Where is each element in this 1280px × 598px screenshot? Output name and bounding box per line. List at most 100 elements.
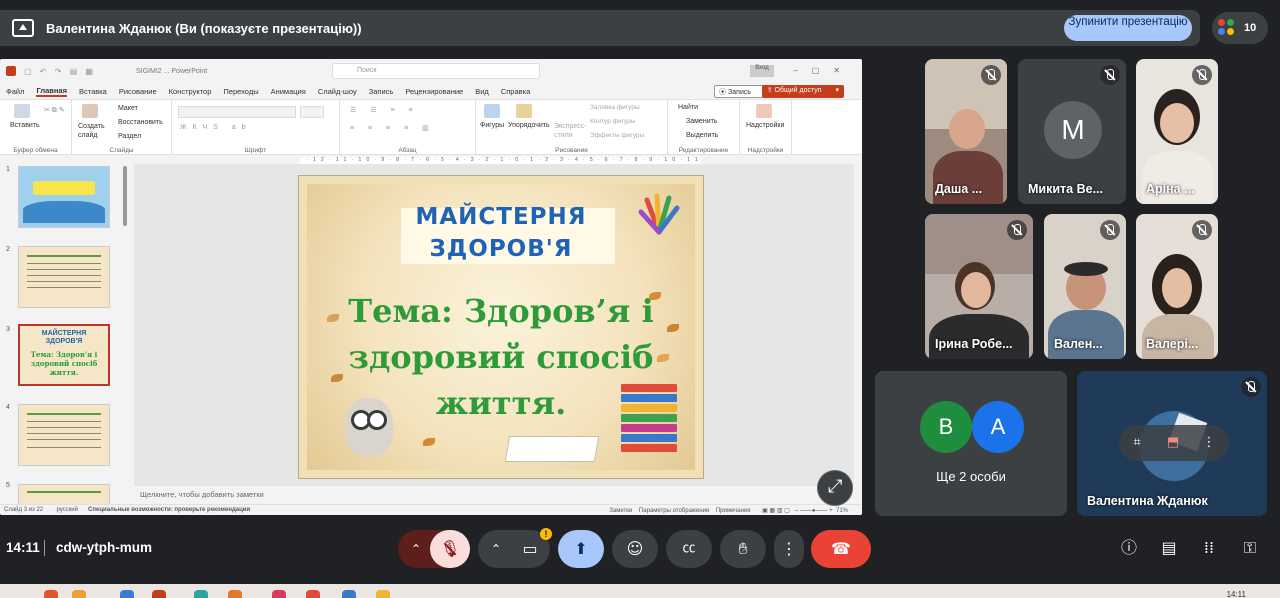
menu-file[interactable]: Файл: [6, 87, 24, 96]
camera-warning-badge-icon: !: [540, 528, 552, 540]
record-button[interactable]: ⦿ Запись: [714, 85, 768, 98]
taskbar-app-icon[interactable]: [72, 590, 86, 598]
slide-thumbnail-1[interactable]: [18, 166, 110, 228]
present-now-button[interactable]: ⬆: [558, 530, 604, 568]
captions-button[interactable]: ㏄: [666, 530, 712, 568]
accessibility-status[interactable]: Специальные возможности: проверьте реком…: [88, 507, 250, 513]
menu-insert[interactable]: Вставка: [79, 87, 107, 96]
camera-options-chevron-icon[interactable]: ⌃: [486, 530, 506, 568]
section-button[interactable]: Раздел: [118, 133, 141, 140]
language-indicator[interactable]: русский: [56, 507, 78, 513]
record-label: Запись: [728, 89, 751, 96]
shape-outline-button[interactable]: Контур фигуры: [590, 118, 635, 125]
menu-design[interactable]: Конструктор: [169, 87, 212, 96]
chat-icon[interactable]: ▤: [1159, 538, 1179, 558]
menu-animations[interactable]: Анимация: [271, 87, 306, 96]
select-button[interactable]: Выделить: [686, 132, 718, 139]
taskbar-app-icon[interactable]: [376, 590, 390, 598]
ppt-titlebar: ▢ ↶ ↷ ▤ ▦ SIGIMI2 ... PowerPoint Поиск В…: [0, 59, 862, 83]
menu-slideshow[interactable]: Слайд-шоу: [318, 87, 357, 96]
share-button[interactable]: ⇪ Общий доступ ▾: [761, 85, 844, 98]
shapes-button[interactable]: Фигуры: [480, 122, 504, 129]
participant-tile-5[interactable]: Вален...: [1044, 214, 1126, 359]
meeting-code[interactable]: cdw-ytph-mum: [56, 540, 152, 555]
menu-draw[interactable]: Рисование: [119, 87, 157, 96]
comments-toggle[interactable]: Примечания: [716, 508, 751, 514]
taskbar-app-icon[interactable]: [272, 590, 286, 598]
shape-fill-button[interactable]: Заливка фигуры: [590, 104, 640, 111]
arrange-button[interactable]: Упорядочить: [508, 122, 550, 129]
participant-tile-1[interactable]: Даша ...: [925, 59, 1007, 204]
taskbar-app-icon[interactable]: [120, 590, 134, 598]
present-to-tile-icon[interactable]: ⬒: [1165, 435, 1181, 451]
menu-help[interactable]: Справка: [501, 87, 530, 96]
find-button[interactable]: Найти: [678, 104, 698, 111]
new-slide-button[interactable]: Создать слайд: [78, 122, 108, 140]
quick-styles-button[interactable]: Экспресс-стили: [554, 122, 587, 140]
stop-presenting-button[interactable]: Зупинити презентацію: [1064, 15, 1192, 41]
thumbnail-scrollbar[interactable]: [123, 166, 127, 226]
notes-pane[interactable]: Щелкните, чтобы добавить заметки: [134, 486, 854, 504]
font-format-icons[interactable]: ЖКЧS ab: [180, 124, 252, 131]
avatar: A: [972, 401, 1024, 453]
taskbar-app-icon[interactable]: [194, 590, 208, 598]
muted-mic-icon: [1241, 377, 1261, 397]
slide-thumbnail-4[interactable]: [18, 404, 110, 466]
current-slide[interactable]: МАЙСТЕРНЯ ЗДОРОВ'Я Тема: Здоров’я і здор…: [298, 175, 704, 479]
font-name-select[interactable]: [178, 106, 296, 118]
meeting-info-icon[interactable]: ⓘ: [1119, 538, 1139, 558]
more-participants-tile[interactable]: B A Ще 2 особи: [875, 371, 1067, 516]
slide-thumbnail-3-selected[interactable]: МАЙСТЕРНЯ ЗДОРОВ'Я Тема: Здоров'я і здор…: [18, 324, 110, 386]
self-view-tile[interactable]: ⌗ ⬒ ⋮ Валентина Жданюк: [1077, 371, 1267, 516]
font-size-select[interactable]: [300, 106, 324, 118]
zoom-level[interactable]: 71%: [836, 508, 848, 514]
reactions-button[interactable]: ☺: [612, 530, 658, 568]
taskbar-app-icon[interactable]: [44, 590, 58, 598]
slide-thumbnail-2[interactable]: [18, 246, 110, 308]
taskbar-app-icon[interactable]: [342, 590, 356, 598]
align-icons[interactable]: ≡ ≡ ≡ ≡ ▥: [350, 124, 435, 132]
paste-button[interactable]: Вставить: [10, 122, 40, 129]
taskbar-app-icon[interactable]: [306, 590, 320, 598]
participant-tile-6[interactable]: Валері...: [1136, 214, 1218, 359]
leave-call-button[interactable]: ☎: [811, 530, 871, 568]
fullscreen-expand-button[interactable]: [817, 470, 853, 506]
quick-access-icons[interactable]: ▢ ↶ ↷ ▤ ▦: [24, 67, 96, 76]
more-options-icon[interactable]: ⋮: [1201, 435, 1217, 451]
menu-transitions[interactable]: Переходы: [223, 87, 258, 96]
mic-toggle-button[interactable]: 🎙︎: [430, 530, 470, 568]
replace-button[interactable]: Заменить: [686, 118, 717, 125]
slide-editor[interactable]: МАЙСТЕРНЯ ЗДОРОВ'Я Тема: Здоров’я і здор…: [134, 164, 854, 486]
mic-options-chevron-icon[interactable]: ⌃: [406, 530, 426, 568]
menu-view[interactable]: Вид: [475, 87, 489, 96]
ppt-search-input[interactable]: Поиск: [332, 63, 540, 79]
notes-toggle[interactable]: Заметки: [609, 508, 632, 514]
pin-icon[interactable]: ⌗: [1129, 435, 1145, 451]
participants-chip[interactable]: 10: [1212, 12, 1268, 44]
shared-powerpoint-window[interactable]: ▢ ↶ ↷ ▤ ▦ SIGIMI2 ... PowerPoint Поиск В…: [0, 59, 862, 515]
menu-record[interactable]: Запись: [369, 87, 394, 96]
taskbar-app-icon[interactable]: [152, 590, 166, 598]
raise-hand-button[interactable]: ✋︎: [720, 530, 766, 568]
view-mode-icons[interactable]: ▣ ▦ ▥ ▢: [762, 508, 790, 514]
reset-button[interactable]: Восстановить: [118, 119, 163, 126]
addins-button[interactable]: Надстройки: [746, 122, 784, 129]
participant-tile-4[interactable]: Ірина Робе...: [925, 214, 1033, 359]
list-icons[interactable]: ☰ ☰ ≡ ≡: [350, 106, 419, 114]
host-controls-icon[interactable]: ⚿: [1240, 538, 1260, 558]
ppt-ribbon: Вставить ✂ ⧉ ✎ Буфер обмена Создать слай…: [0, 99, 862, 156]
menu-home[interactable]: Главная: [36, 86, 67, 97]
more-options-button[interactable]: ⋮: [774, 530, 804, 568]
activities-icon[interactable]: ⁞⁞: [1199, 538, 1219, 558]
taskbar-app-icon[interactable]: [228, 590, 242, 598]
participant-tile-3[interactable]: Аріна ...: [1136, 59, 1218, 204]
menu-review[interactable]: Рецензирование: [405, 87, 463, 96]
layout-button[interactable]: Макет: [118, 105, 138, 112]
participant-tile-2[interactable]: M Микита Ве...: [1018, 59, 1126, 204]
display-settings[interactable]: Параметры отображения: [639, 508, 709, 514]
cut-copy-icons[interactable]: ✂ ⧉ ✎: [44, 106, 65, 115]
shape-effects-button[interactable]: Эффекты фигуры: [590, 132, 644, 139]
sign-in-button[interactable]: Вход: [750, 65, 774, 77]
window-controls[interactable]: –▢✕: [793, 66, 854, 75]
thumb-number-5: 5: [6, 482, 10, 489]
